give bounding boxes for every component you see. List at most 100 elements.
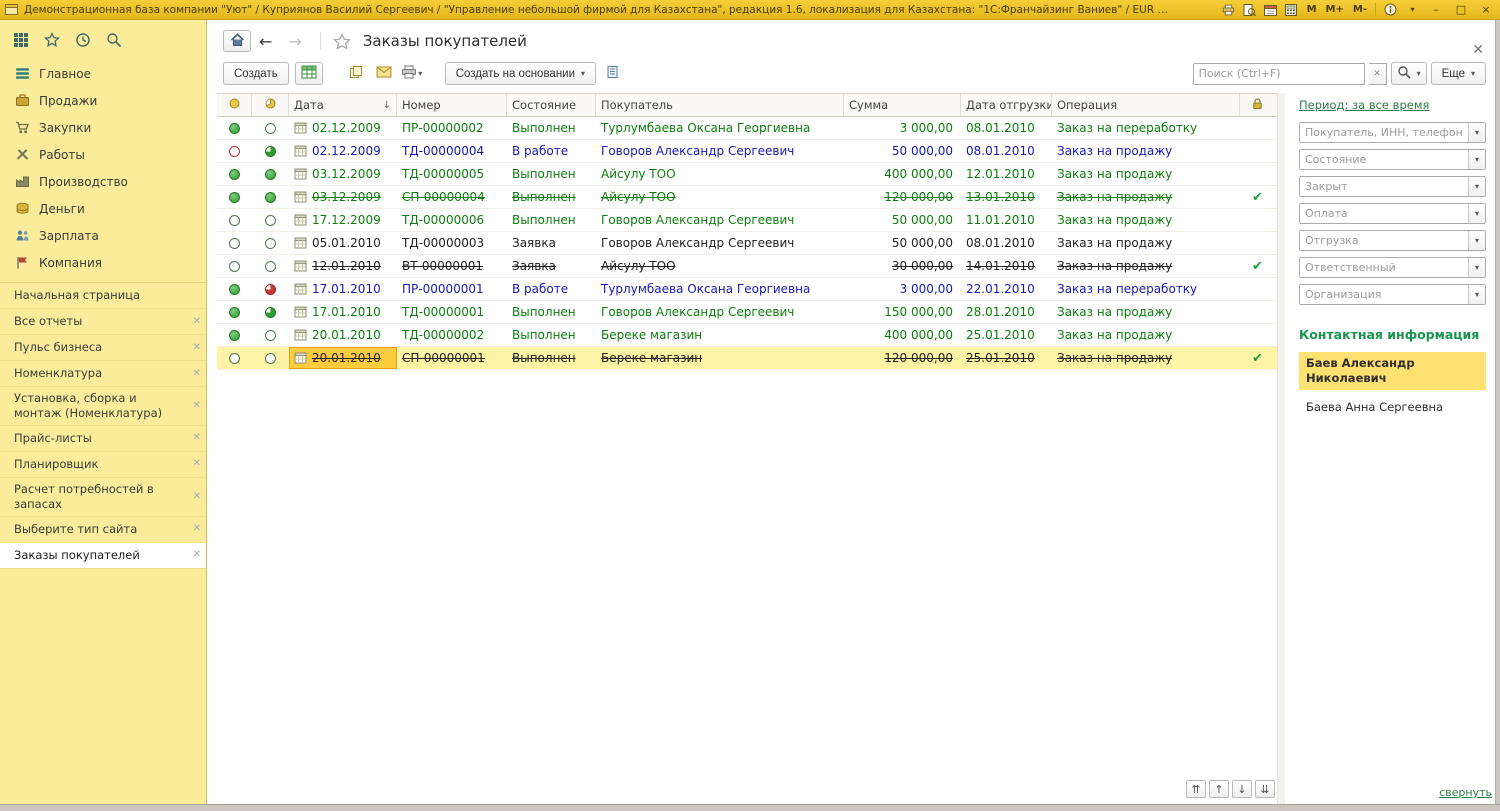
close-icon[interactable]: ✕: [193, 524, 201, 534]
restore-button[interactable]: □: [1452, 3, 1470, 17]
period-link[interactable]: Период: за все время: [1299, 98, 1429, 112]
chevron-down-icon[interactable]: ▾: [1468, 204, 1485, 223]
sidebar-item-salary[interactable]: Зарплата: [0, 222, 206, 249]
close-icon[interactable]: ✕: [193, 550, 201, 560]
filter-input[interactable]: [1300, 123, 1468, 142]
filter-input[interactable]: [1300, 150, 1468, 169]
column-operation[interactable]: Операция: [1052, 94, 1240, 116]
table-row[interactable]: 02.12.2009ПР-00000002ВыполненТурлумбаева…: [217, 117, 1277, 140]
table-row[interactable]: 02.12.2009ТД-00000004В работеГоворов Але…: [217, 140, 1277, 163]
column-customer[interactable]: Покупатель: [596, 94, 844, 116]
close-window-button[interactable]: ×: [1477, 3, 1495, 17]
previous-page-button[interactable]: ↑: [1209, 780, 1229, 798]
table-row[interactable]: 03.12.2009ТД-00000005ВыполненАйсулу ТОО4…: [217, 163, 1277, 186]
sidebar-nav-item[interactable]: Все отчеты✕: [0, 309, 206, 335]
sidebar-nav-item[interactable]: Планировщик✕: [0, 452, 206, 478]
calculator-icon[interactable]: [1284, 3, 1299, 17]
print-button[interactable]: ▾: [401, 64, 423, 84]
filter-input[interactable]: [1300, 231, 1468, 250]
table-row[interactable]: 17.12.2009ТД-00000006ВыполненГоворов Але…: [217, 209, 1277, 232]
sidebar-nav-item[interactable]: Номенклатура✕: [0, 361, 206, 387]
table-row[interactable]: 17.01.2010ТД-00000001ВыполненГоворов Але…: [217, 301, 1277, 324]
chevron-down-icon[interactable]: ▾: [1468, 150, 1485, 169]
sidebar-nav-item[interactable]: Заказы покупателей✕: [0, 543, 206, 569]
chevron-down-icon[interactable]: ▾: [1468, 231, 1485, 250]
filter-input[interactable]: [1300, 258, 1468, 277]
column-closed[interactable]: [1240, 94, 1275, 116]
column-amount[interactable]: Сумма: [844, 94, 961, 116]
column-state[interactable]: Состояние: [507, 94, 596, 116]
calendar-icon[interactable]: [1263, 3, 1278, 17]
chevron-down-icon[interactable]: ▾: [1468, 123, 1485, 142]
sections-menu-icon[interactable]: [13, 32, 29, 48]
favorite-star-icon[interactable]: [333, 33, 351, 50]
chevron-down-icon[interactable]: ▾: [1468, 285, 1485, 304]
sidebar-nav-item[interactable]: Выберите тип сайта✕: [0, 517, 206, 543]
table-row[interactable]: 03.12.2009СП-00000004ВыполненАйсулу ТОО1…: [217, 186, 1277, 209]
filter-input[interactable]: [1300, 285, 1468, 304]
filter-input[interactable]: [1300, 177, 1468, 196]
more-button[interactable]: Еще▾: [1431, 62, 1486, 85]
sidebar-item-works[interactable]: Работы: [0, 141, 206, 168]
clear-search-icon[interactable]: ✕: [1369, 63, 1387, 85]
close-icon[interactable]: ✕: [193, 492, 201, 502]
forward-button[interactable]: →: [280, 32, 309, 51]
memory-add-button[interactable]: М+: [1325, 4, 1345, 15]
sidebar-item-money[interactable]: Деньги: [0, 195, 206, 222]
sidebar-item-production[interactable]: Производство: [0, 168, 206, 195]
close-icon[interactable]: ✕: [193, 317, 201, 327]
search-icon[interactable]: [106, 32, 122, 48]
info-icon[interactable]: [1383, 3, 1398, 17]
based-document-button[interactable]: [602, 64, 624, 84]
sidebar-item-sales[interactable]: Продажи: [0, 87, 206, 114]
memory-recall-button[interactable]: М: [1306, 4, 1318, 15]
sidebar-nav-item[interactable]: Прайс-листы✕: [0, 426, 206, 452]
close-icon[interactable]: ✕: [193, 459, 201, 469]
create-button[interactable]: Создать: [223, 62, 289, 85]
mail-button[interactable]: [373, 64, 395, 84]
search-button[interactable]: ▾: [1391, 62, 1427, 85]
print-preview-icon[interactable]: [1242, 3, 1257, 17]
copy-button[interactable]: [345, 64, 367, 84]
history-icon[interactable]: [75, 32, 91, 48]
chevron-down-icon[interactable]: ▾: [1405, 3, 1420, 17]
contact-item[interactable]: Баев Александр Николаевич: [1299, 352, 1486, 390]
column-date[interactable]: Дата↓: [289, 94, 397, 116]
chevron-down-icon[interactable]: ▾: [1468, 177, 1485, 196]
close-form-icon[interactable]: ✕: [1472, 42, 1484, 58]
chevron-down-icon[interactable]: ▾: [1468, 258, 1485, 277]
print-icon[interactable]: [1221, 3, 1236, 17]
sidebar-item-company[interactable]: Компания: [0, 249, 206, 276]
next-page-button[interactable]: ↓: [1232, 780, 1252, 798]
minimize-button[interactable]: –: [1427, 3, 1445, 17]
table-row[interactable]: 20.01.2010ТД-00000002ВыполненБереке мага…: [217, 324, 1277, 347]
favorites-icon[interactable]: [44, 32, 60, 48]
close-icon[interactable]: ✕: [193, 433, 201, 443]
sidebar-nav-item[interactable]: Пульс бизнеса✕: [0, 335, 206, 361]
search-input[interactable]: [1193, 63, 1365, 85]
back-button[interactable]: ←: [251, 32, 280, 51]
sidebar-nav-item[interactable]: Расчет потребностей в запасах✕: [0, 478, 206, 517]
last-page-button[interactable]: ⇊: [1255, 780, 1275, 798]
table-row[interactable]: 12.01.2010ВТ-00000001ЗаявкаАйсулу ТОО30 …: [217, 255, 1277, 278]
vertical-scrollbar[interactable]: [1277, 93, 1285, 804]
table-row[interactable]: 17.01.2010ПР-00000001В работеТурлумбаева…: [217, 278, 1277, 301]
create-based-on-button[interactable]: Создать на основании▾: [445, 62, 596, 85]
column-number[interactable]: Номер: [397, 94, 507, 116]
filter-input[interactable]: [1300, 204, 1468, 223]
column-status[interactable]: [217, 94, 252, 116]
contact-item[interactable]: Баева Анна Сергеевна: [1299, 396, 1486, 419]
sidebar-nav-item[interactable]: Установка, сборка и монтаж (Номенклатура…: [0, 387, 206, 426]
close-icon[interactable]: ✕: [193, 401, 201, 411]
memory-subtract-button[interactable]: М-: [1352, 4, 1368, 15]
home-button[interactable]: [223, 30, 251, 52]
close-icon[interactable]: ✕: [193, 369, 201, 379]
first-page-button[interactable]: ⇈: [1186, 780, 1206, 798]
collapse-link[interactable]: свернуть: [1439, 786, 1492, 799]
list-settings-button[interactable]: [295, 62, 323, 85]
table-row[interactable]: 05.01.2010ТД-00000003ЗаявкаГоворов Алекс…: [217, 232, 1277, 255]
close-icon[interactable]: ✕: [193, 343, 201, 353]
sidebar-nav-item[interactable]: Начальная страница: [0, 283, 206, 309]
sidebar-item-main[interactable]: Главное: [0, 60, 206, 87]
sidebar-item-purchases[interactable]: Закупки: [0, 114, 206, 141]
